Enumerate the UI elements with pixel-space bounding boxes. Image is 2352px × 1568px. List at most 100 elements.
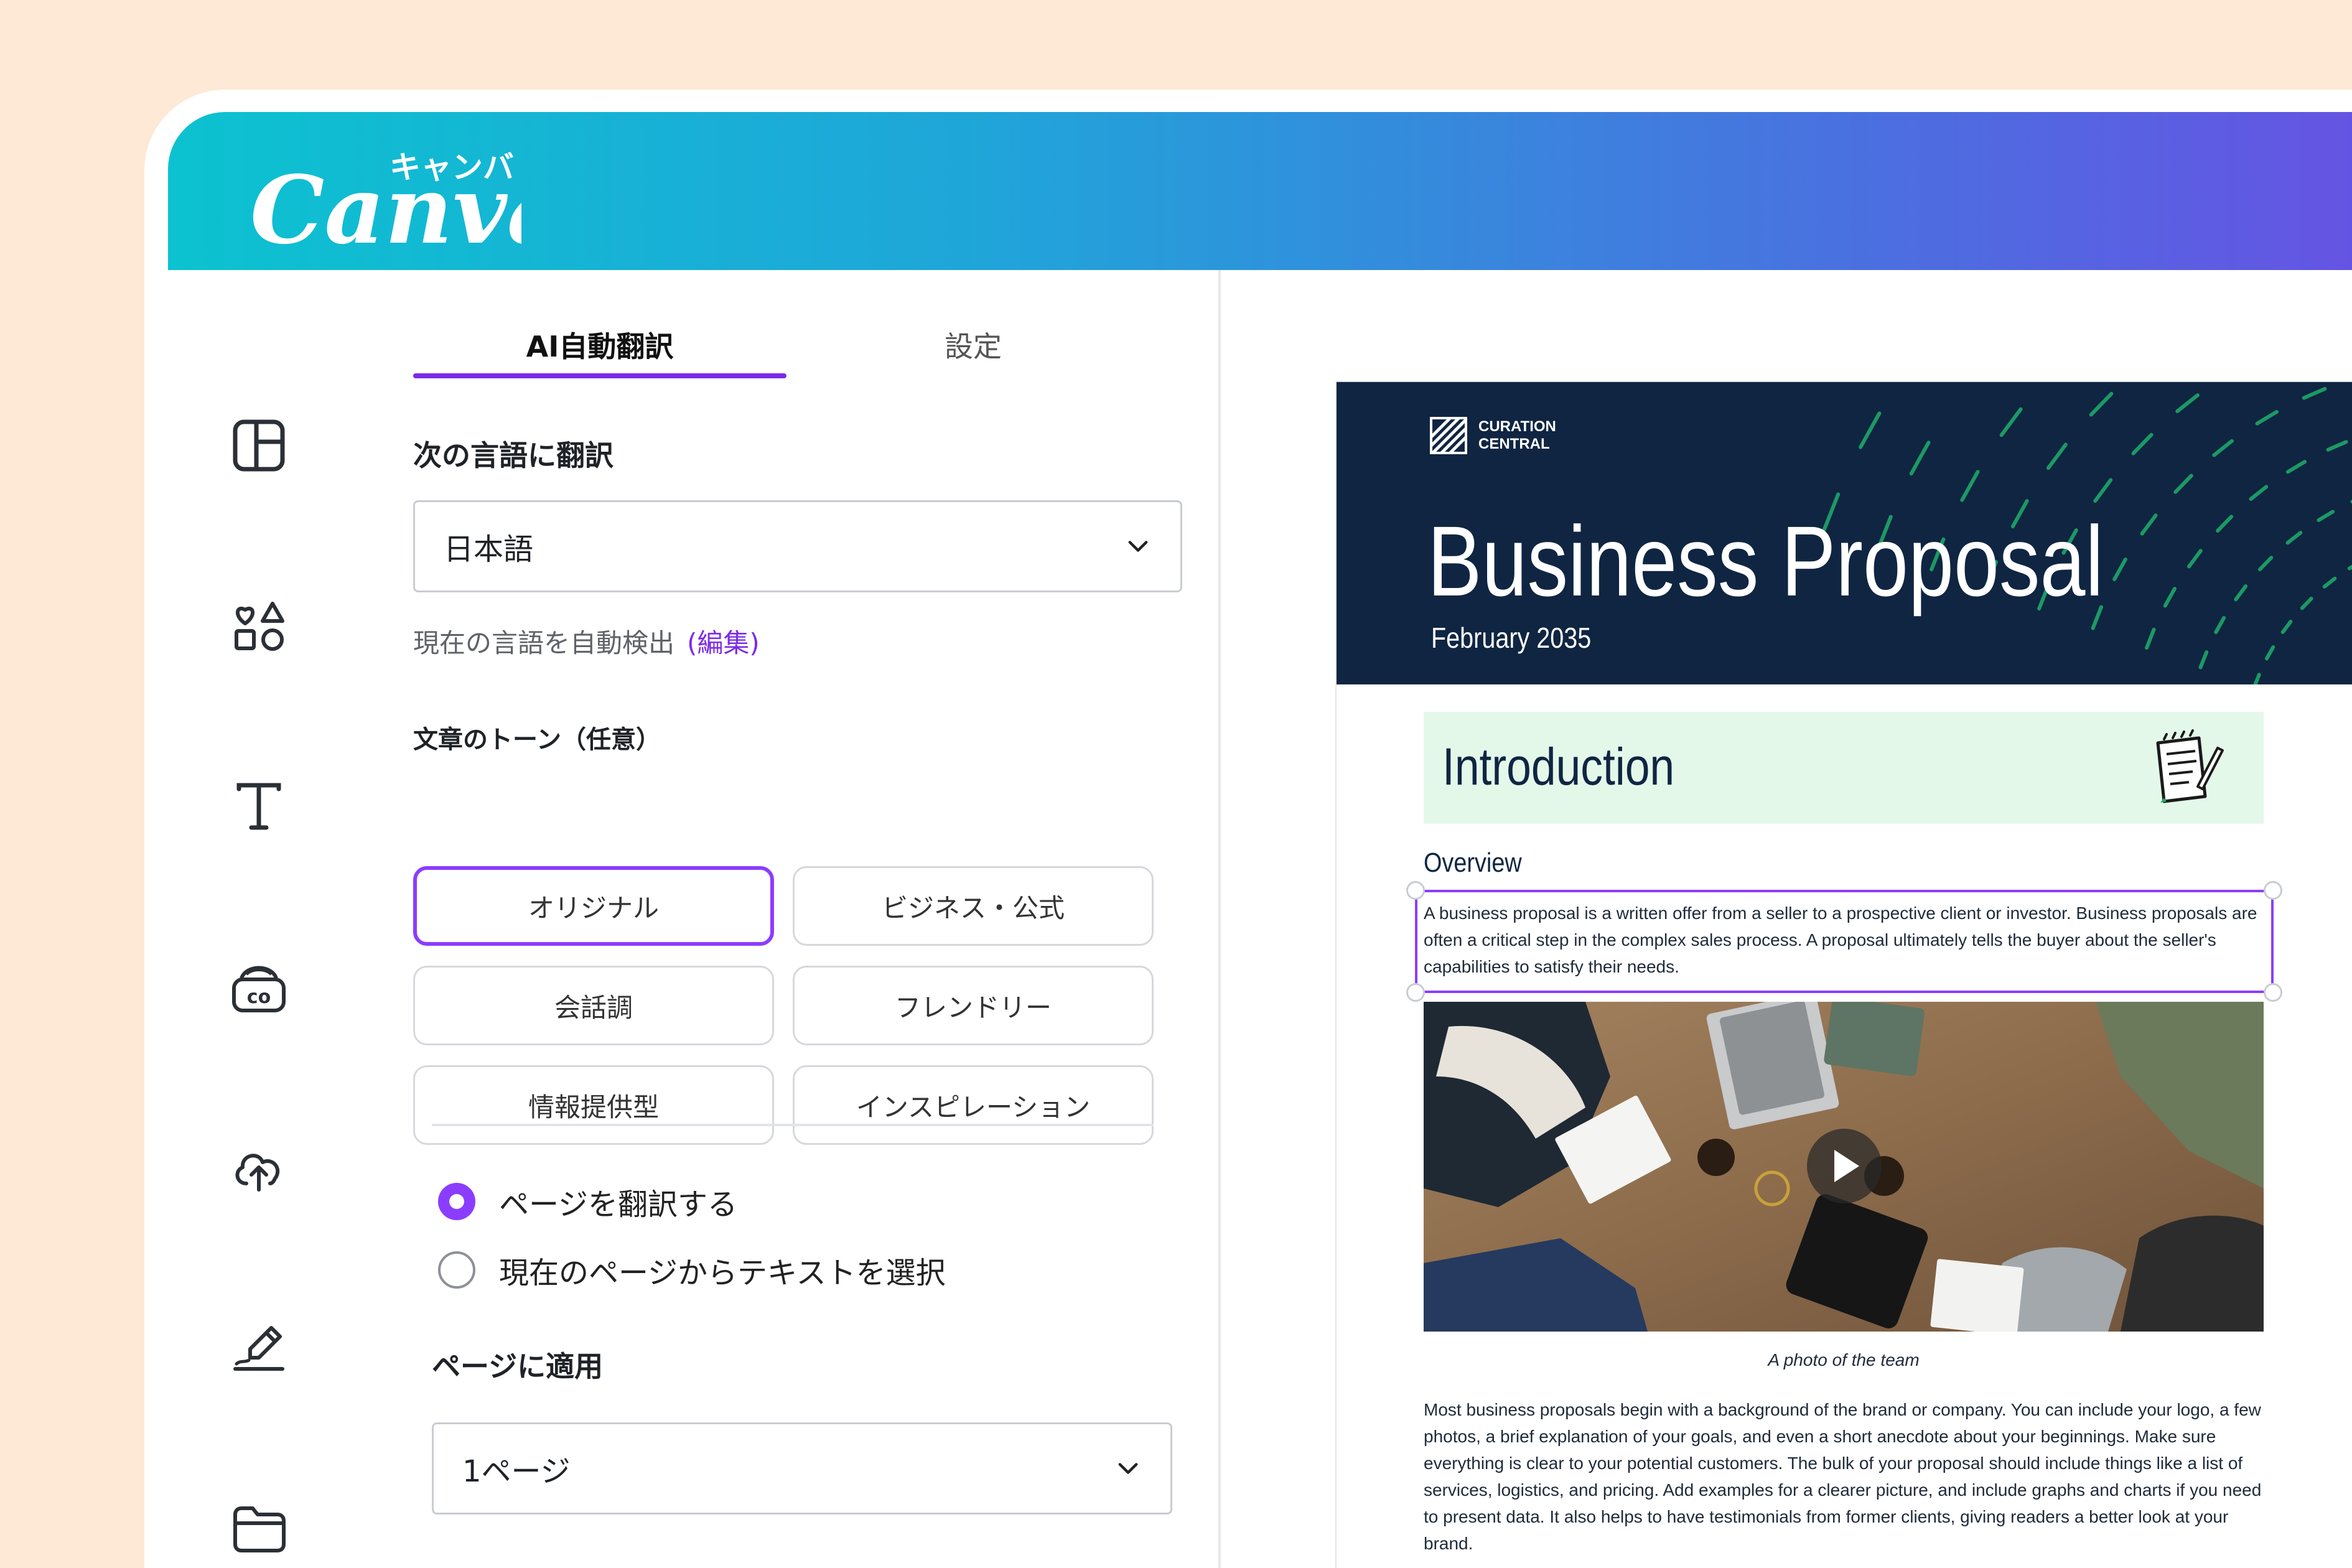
hero-dash xyxy=(2163,587,2177,608)
layout-icon xyxy=(233,419,285,472)
tone-informative-button[interactable]: 情報提供型 xyxy=(413,1065,774,1145)
tone-inspirational-button[interactable]: インスピレーション xyxy=(793,1065,1154,1145)
notepad-icon xyxy=(2156,729,2224,803)
svg-text:co: co xyxy=(247,986,271,1008)
autodetect-text: 現在の言語を自動検出 xyxy=(413,628,675,658)
text-tab[interactable] xyxy=(226,774,291,839)
logo-kana: キャンバ xyxy=(390,149,514,185)
brand-icon: co xyxy=(232,966,286,1012)
scope-option-label: 現在のページからテキストを選択 xyxy=(499,1256,946,1290)
draw-icon xyxy=(233,1326,284,1371)
edit-language-link[interactable]: (編集) xyxy=(687,628,760,658)
hero-dash xyxy=(2112,558,2127,582)
tone-original-button[interactable]: オリジナル xyxy=(413,866,774,946)
resize-handle[interactable] xyxy=(2264,881,2282,900)
document-title[interactable]: Business Proposal xyxy=(1427,504,2104,618)
hero-dash xyxy=(2216,515,2234,533)
tone-friendly-button[interactable]: フレンドリー xyxy=(793,966,1154,1045)
scope-option-translate-page[interactable]: ページを翻訳する xyxy=(438,1180,737,1223)
hero-dash xyxy=(2258,556,2274,572)
scope-option-select-text[interactable]: 現在のページからテキストを選択 xyxy=(438,1248,946,1292)
uploads-tab[interactable] xyxy=(226,1135,291,1200)
autodetect-hint: 現在の言語を自動検出 (編集) xyxy=(413,622,760,660)
hero-dash xyxy=(2285,531,2303,545)
photo-caption[interactable]: A photo of the team xyxy=(1424,1350,2264,1370)
canva-logo[interactable]: Canva キャンバ xyxy=(248,143,567,265)
brand-tab[interactable]: co xyxy=(226,954,291,1019)
elements-icon xyxy=(235,602,284,651)
resize-handle[interactable] xyxy=(1406,983,1425,1002)
hero-dash xyxy=(2322,576,2337,589)
document-date[interactable]: February 2035 xyxy=(1431,621,1591,655)
tone-label: 文章のトーン（任意） xyxy=(413,726,661,754)
overview-paragraph[interactable]: A business proposal is a written offer f… xyxy=(1424,900,2276,980)
page-select[interactable]: 1ページ xyxy=(432,1422,1172,1514)
hero-dash xyxy=(2214,616,2226,635)
hero-dash xyxy=(2317,510,2335,522)
folder-icon xyxy=(233,1506,286,1552)
hero-dash xyxy=(2280,620,2293,634)
hero-dash xyxy=(2175,393,2200,413)
section-divider xyxy=(432,1124,1154,1126)
elements-tab[interactable] xyxy=(226,594,291,658)
brand-line-1: CURATION xyxy=(1478,418,1556,435)
page-select-value: 1ページ xyxy=(462,1454,571,1489)
hero-dash xyxy=(2326,440,2348,452)
radio-selected-icon xyxy=(438,1183,475,1220)
hero-dash xyxy=(2347,564,2352,571)
hero-dash xyxy=(2131,432,2154,455)
hero-dash xyxy=(2234,584,2248,602)
hero-dash xyxy=(1909,441,1931,476)
chevron-down-icon xyxy=(1118,1463,1138,1474)
app-header: Canva キャンバ xyxy=(168,112,2352,270)
hero-dash xyxy=(2089,391,2114,417)
tab-ai-translate[interactable]: AI自動翻訳 xyxy=(413,307,786,382)
document-hero[interactable]: CURATION CENTRAL Business Proposal Febru… xyxy=(1337,382,2352,684)
brand-mark-icon xyxy=(1430,417,1467,454)
team-photo[interactable] xyxy=(1424,1002,2264,1332)
subheading[interactable]: Overview xyxy=(1424,847,1522,879)
hero-dash xyxy=(2264,645,2275,661)
upload-icon xyxy=(235,1154,280,1192)
apply-to-label: ページに適用 xyxy=(432,1350,604,1383)
hero-dash xyxy=(2253,673,2261,684)
hero-dash xyxy=(2255,409,2279,426)
hero-dash xyxy=(2302,386,2327,400)
brand-line-2: CENTRAL xyxy=(1478,436,1550,452)
resize-handle[interactable] xyxy=(1406,881,1425,900)
hero-dash xyxy=(1859,411,1882,449)
language-select[interactable]: 日本語 xyxy=(413,500,1182,592)
hero-dash xyxy=(2300,597,2313,610)
hero-dash xyxy=(2046,442,2068,470)
tab-settings[interactable]: 設定 xyxy=(786,307,1160,382)
text-icon xyxy=(236,783,281,830)
hero-dash xyxy=(2140,513,2158,536)
hero-dash xyxy=(2187,549,2203,569)
tone-business-button[interactable]: ビジネス・公式 xyxy=(793,866,1154,946)
scope-option-label: ページを翻訳する xyxy=(499,1187,738,1222)
tone-conversational-button[interactable]: 会話調 xyxy=(413,966,774,1045)
projects-tab[interactable] xyxy=(226,1496,291,1561)
language-select-value: 日本語 xyxy=(444,532,534,567)
hero-dash xyxy=(1999,407,2023,437)
hero-dash xyxy=(2198,650,2209,670)
body-paragraph[interactable]: Most business proposals begin with a bac… xyxy=(1424,1396,2276,1557)
translate-to-label: 次の言語に翻訳 xyxy=(413,439,614,472)
icon-rail: co xyxy=(168,270,330,1568)
document-page[interactable]: CURATION CENTRAL Business Proposal Febru… xyxy=(1337,382,2352,1568)
section-title[interactable]: Introduction xyxy=(1442,737,1674,797)
intro-banner[interactable]: Introduction xyxy=(1424,712,2264,824)
hero-dash xyxy=(2249,485,2269,501)
chevron-down-icon xyxy=(1128,541,1148,552)
hero-dash xyxy=(2173,474,2193,494)
hero-dash xyxy=(2286,460,2307,474)
resize-handle[interactable] xyxy=(2264,983,2282,1002)
active-tab-indicator xyxy=(413,373,786,378)
hero-dash xyxy=(2212,439,2234,457)
brand-logo: CURATION CENTRAL xyxy=(1430,417,1556,454)
hero-dash xyxy=(1960,470,1980,502)
design-tab[interactable] xyxy=(226,413,291,478)
brand-name: CURATION CENTRAL xyxy=(1478,418,1556,453)
hero-dash xyxy=(2093,478,2113,503)
draw-tab[interactable] xyxy=(226,1315,291,1380)
